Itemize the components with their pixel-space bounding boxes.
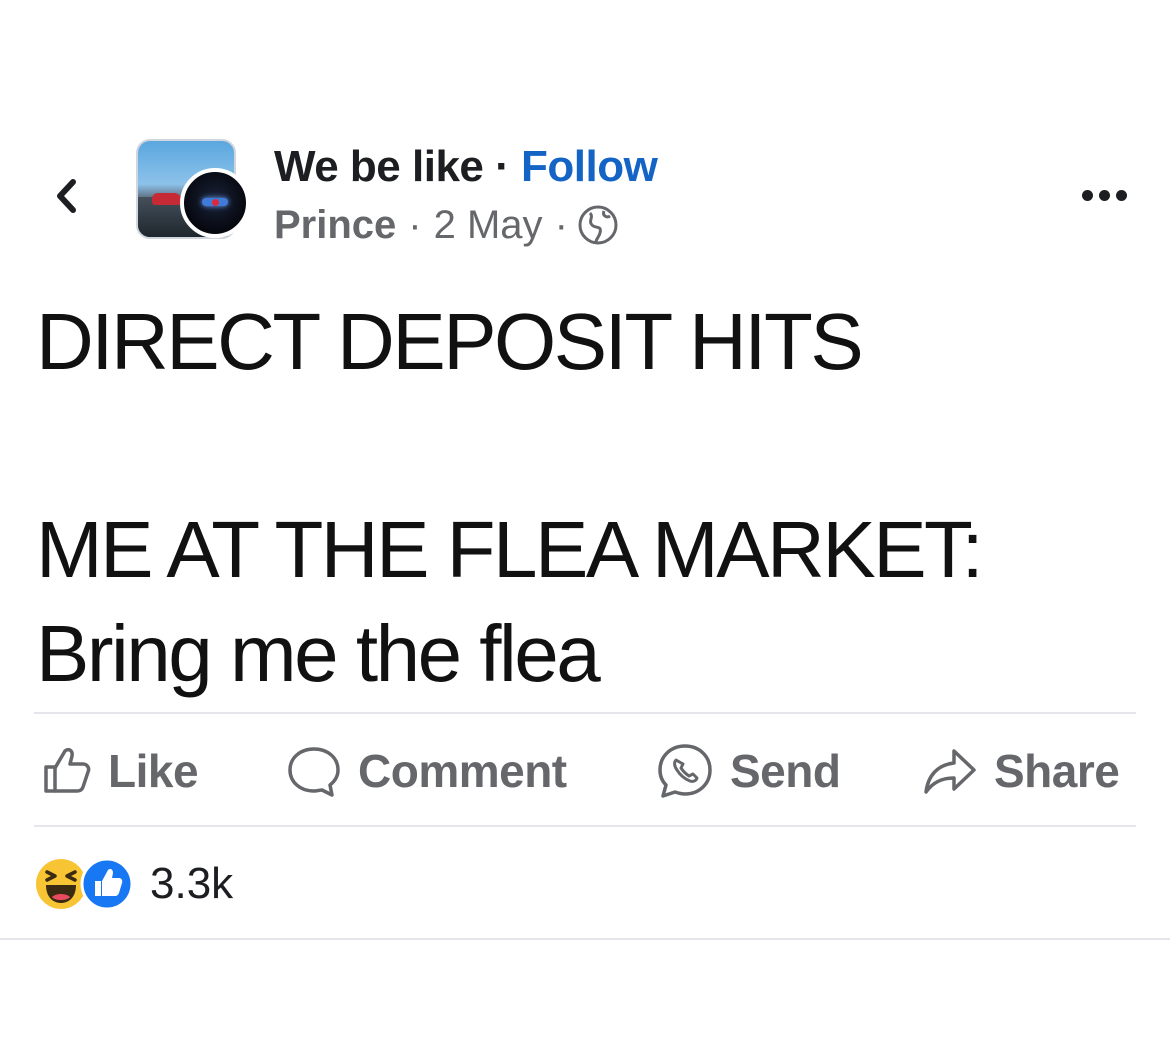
- send-button[interactable]: Send: [654, 730, 841, 812]
- page-name-link[interactable]: We be like: [274, 142, 484, 191]
- send-label: Send: [730, 745, 841, 797]
- comment-button[interactable]: Comment: [284, 730, 567, 812]
- follow-button[interactable]: Follow: [521, 142, 658, 191]
- action-bar: Like Comment Send Share: [34, 730, 1134, 812]
- like-reaction-icon: [80, 857, 134, 911]
- messenger-icon: [658, 744, 712, 798]
- post-text-line: DIRECT DEPOSIT HITS: [36, 297, 864, 386]
- share-label: Share: [994, 745, 1120, 797]
- more-options-icon: [1115, 189, 1127, 201]
- author-name[interactable]: Prince: [274, 198, 396, 252]
- separator-dot: ·: [495, 142, 510, 191]
- like-button[interactable]: Like: [38, 730, 199, 812]
- post-text-line: Bring me the flea: [36, 609, 601, 698]
- post-body: DIRECT DEPOSIT HITS ME AT THE FLEA MARKE…: [36, 290, 1136, 706]
- share-arrow-icon: [924, 749, 976, 794]
- comment-label: Comment: [358, 745, 567, 797]
- separator-dot: ·: [408, 203, 422, 247]
- thumbs-up-icon: [44, 747, 91, 793]
- back-button[interactable]: [44, 168, 88, 224]
- comment-icon: [288, 747, 340, 797]
- section-divider: [0, 938, 1170, 940]
- reactions-summary[interactable]: 3.3k: [34, 852, 233, 916]
- post-text-line: ME AT THE FLEA MARKET:: [36, 505, 984, 594]
- more-options-button[interactable]: [1074, 180, 1134, 210]
- chevron-left-icon: [57, 179, 76, 213]
- post-header-title: We be like · Follow: [274, 140, 658, 194]
- post-date[interactable]: 2 May: [434, 198, 543, 252]
- globe-icon: [576, 203, 620, 247]
- reaction-count: 3.3k: [150, 859, 234, 908]
- separator-dot: ·: [554, 203, 568, 247]
- more-options-icon: [1081, 189, 1093, 201]
- share-button[interactable]: Share: [920, 730, 1120, 812]
- more-options-icon: [1098, 189, 1110, 201]
- post-meta: Prince · 2 May ·: [274, 198, 620, 252]
- badge-dot: [212, 199, 219, 206]
- profile-badge-avatar[interactable]: [180, 168, 250, 238]
- divider: [34, 712, 1136, 714]
- like-label: Like: [108, 745, 199, 797]
- avatar-car: [152, 193, 182, 205]
- divider: [34, 825, 1136, 827]
